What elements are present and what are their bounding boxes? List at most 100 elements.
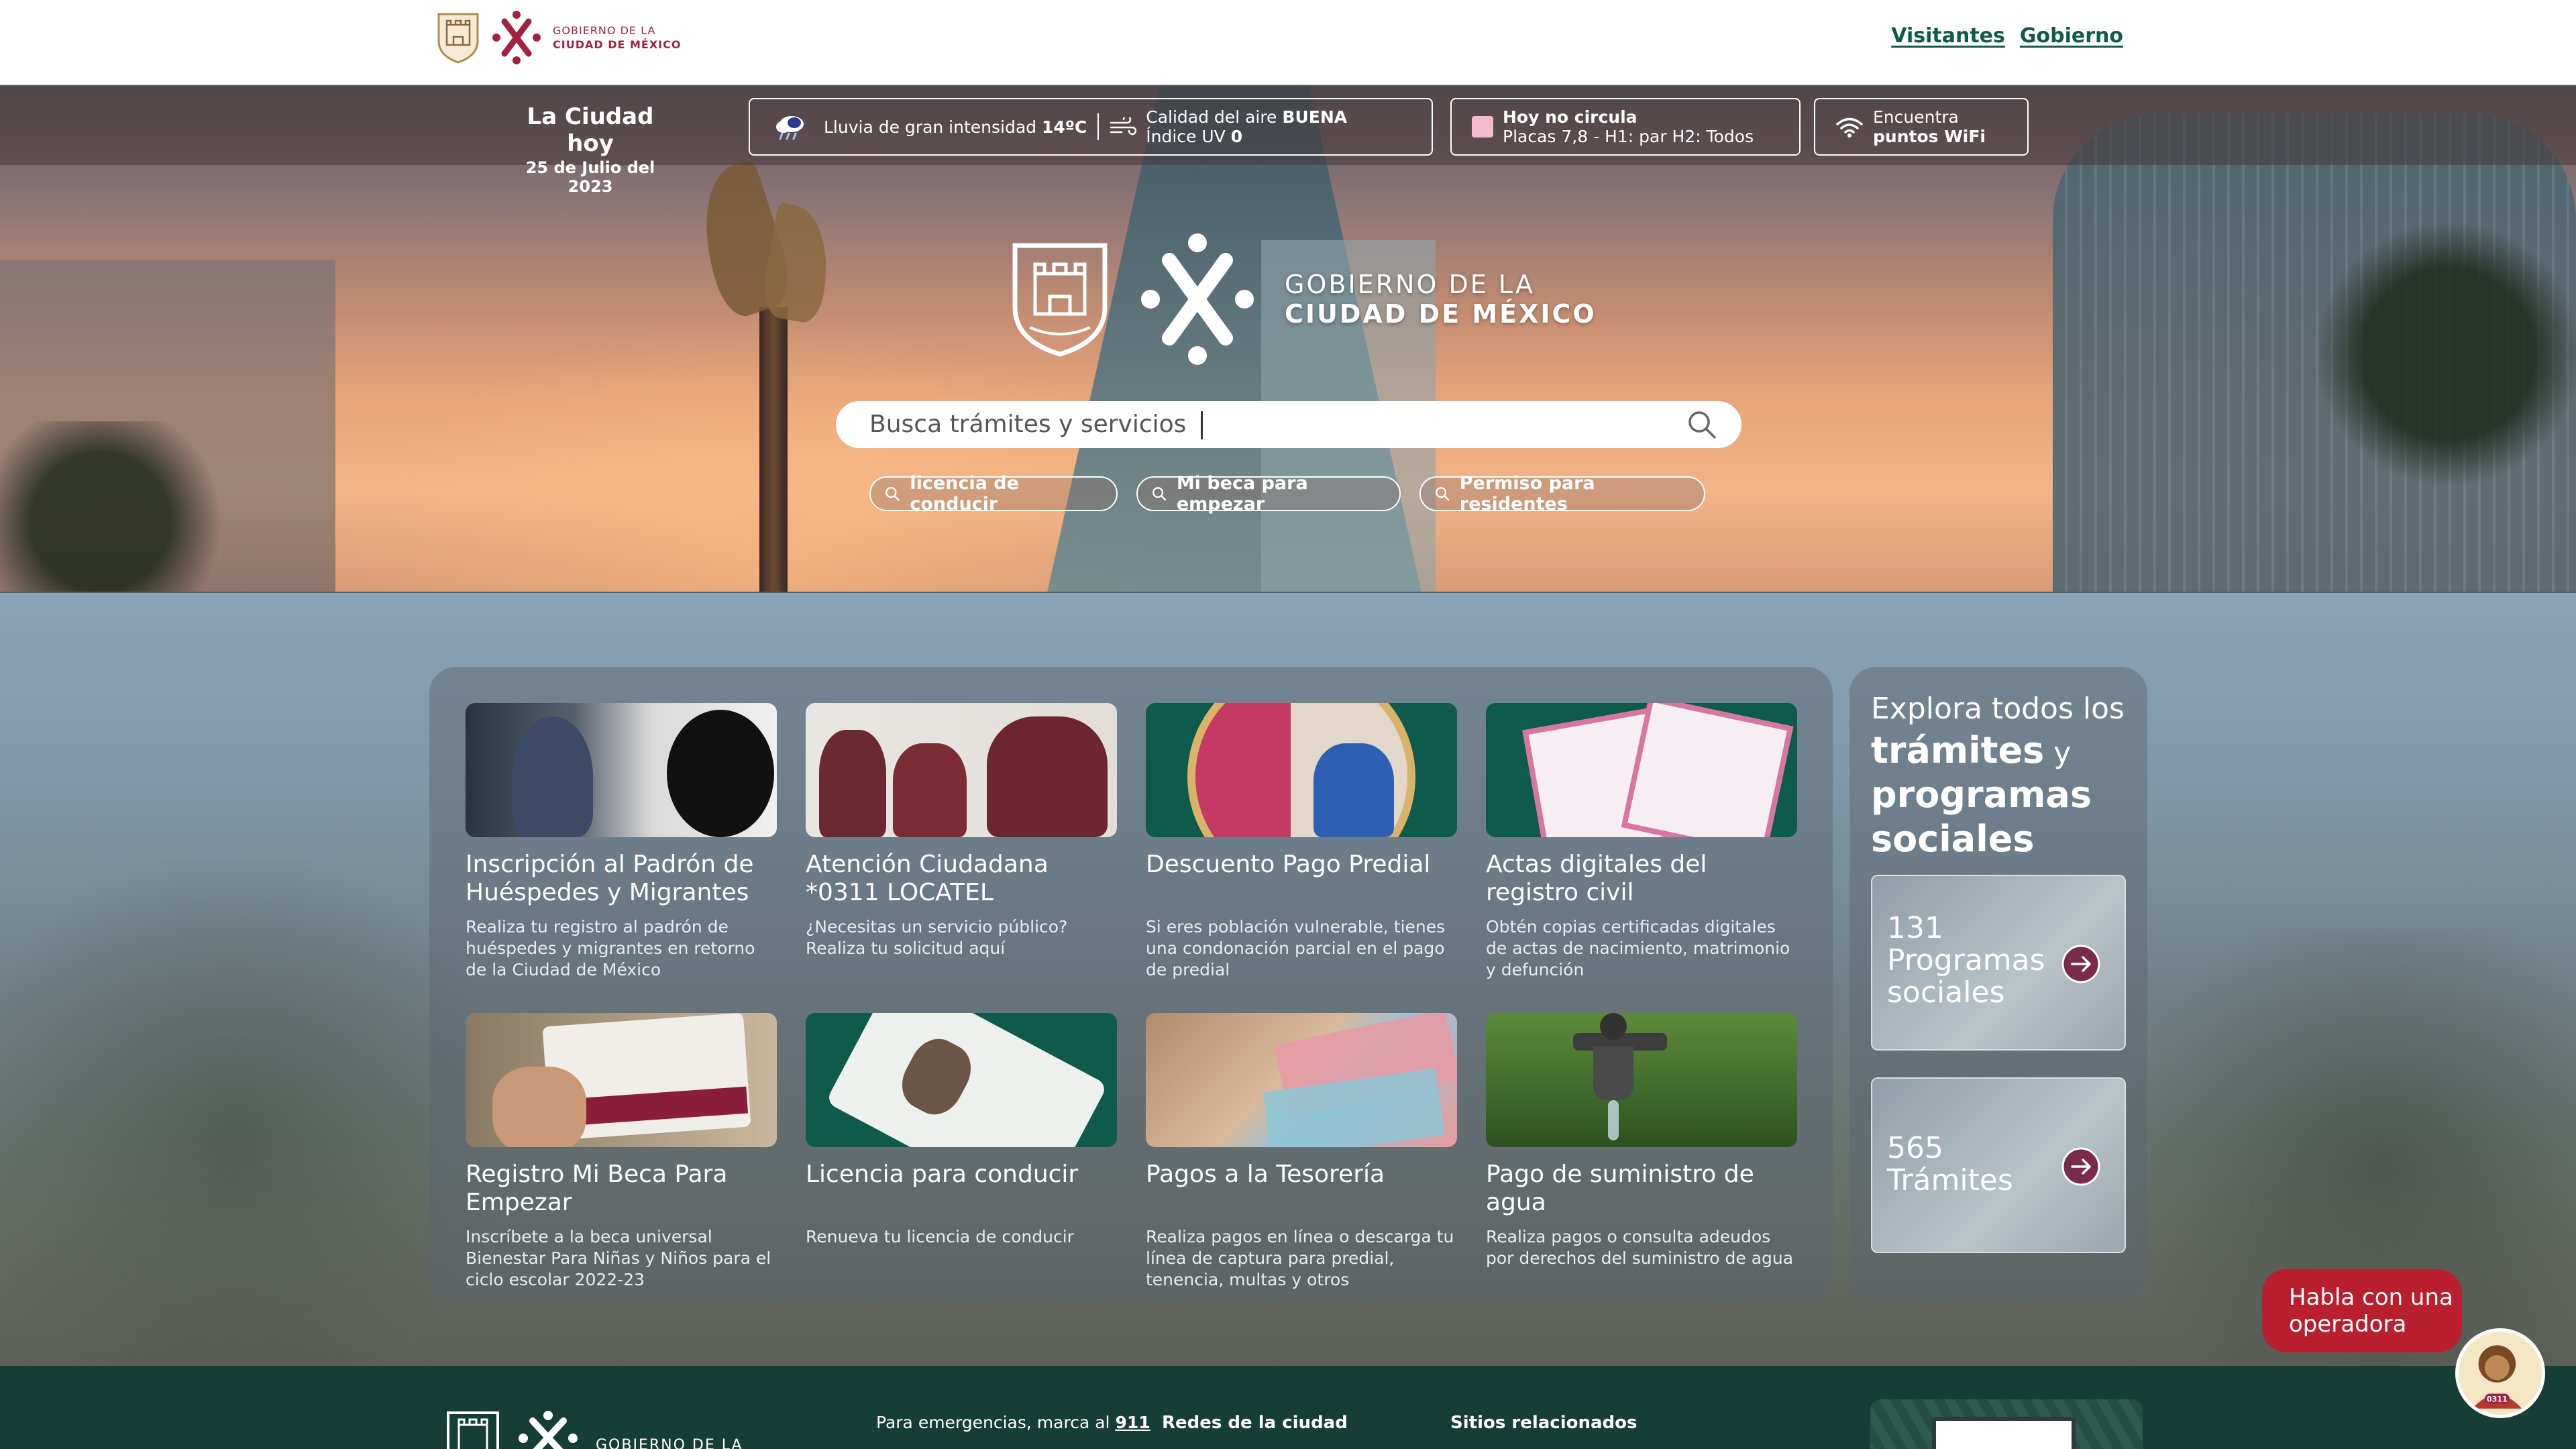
weather-air-box[interactable]: Lluvia de gran intensidad 14ºC Calidad d… xyxy=(749,98,1433,156)
footer-promo-card[interactable] xyxy=(1870,1399,2143,1449)
service-card-licencia[interactable]: Licencia para conducir Renueva tu licenc… xyxy=(806,1013,1117,1248)
weather-text: Lluvia de gran intensidad xyxy=(824,117,1037,137)
card-image xyxy=(1146,703,1457,837)
chip-mi-beca[interactable]: Mi beca para empezar xyxy=(1136,473,1401,515)
card-image xyxy=(1146,1013,1457,1147)
programas-sociales-link[interactable]: 131 Programas sociales xyxy=(1871,875,2126,1051)
card-title: Registro Mi Beca Para Empezar xyxy=(466,1161,728,1216)
service-card-locatel[interactable]: Atención Ciudadana *0311 LOCATEL ¿Necesi… xyxy=(806,703,1117,959)
document-image xyxy=(1932,1417,2076,1449)
emergency-text: Para emergencias, marca al xyxy=(876,1413,1110,1432)
tramites-count: 565 xyxy=(1887,1131,1943,1165)
programas-label: Programas sociales xyxy=(1887,943,2045,1010)
rain-cloud-icon xyxy=(776,116,804,140)
arrow-right-circle-icon xyxy=(2061,945,2100,983)
city-today-title: La Ciudad hoy xyxy=(527,103,654,157)
wifi-line1: Encuentra xyxy=(1873,107,1959,127)
air-label: Calidad del aire xyxy=(1146,107,1277,127)
explore-panel: Explora todos los trámites y programas s… xyxy=(1849,667,2147,1301)
city-today-bar: La Ciudad hoy 25 de Julio del 2023 Lluvi… xyxy=(0,86,2576,196)
sitios-heading: Sitios relacionados xyxy=(1450,1413,1638,1433)
air-value: BUENA xyxy=(1282,107,1348,127)
card-description: Realiza tu registro al padrón de huésped… xyxy=(466,917,755,979)
weather-temperature: 14ºC xyxy=(1041,117,1087,137)
wind-icon xyxy=(1110,117,1137,136)
angel-monument-image xyxy=(683,158,845,592)
uv-value: 0 xyxy=(1230,127,1243,146)
hero-bg-tree-right xyxy=(2314,220,2576,488)
service-card-actas[interactable]: Actas digitales del registro civil Obtén… xyxy=(1486,703,1797,981)
service-card-tesoreria[interactable]: Pagos a la Tesorería Realiza pagos en lí… xyxy=(1146,1013,1457,1291)
card-title: Descuento Pago Predial xyxy=(1146,851,1431,878)
search-icon xyxy=(885,486,900,501)
emergency-number-link[interactable]: 911 xyxy=(1115,1413,1150,1432)
programas-count: 131 xyxy=(1887,911,1943,945)
hero-gov-line1: GOBIERNO DE LA xyxy=(1285,270,1535,299)
card-image xyxy=(806,1013,1117,1147)
cdmx-shield-icon xyxy=(447,1411,499,1449)
card-title: Pagos a la Tesorería xyxy=(1146,1161,1385,1188)
hero-bg-tree xyxy=(0,421,241,592)
search-placeholder: Busca trámites y servicios xyxy=(869,410,1187,438)
cdmx-x-logo-icon xyxy=(1141,233,1254,365)
search-icon xyxy=(1436,487,1450,501)
search-bar[interactable]: Busca trámites y servicios xyxy=(836,401,1741,448)
explore-strong-tramites: trámites xyxy=(1871,729,2045,771)
chip-label: licencia de conducir xyxy=(910,473,1019,515)
card-image xyxy=(1486,1013,1797,1147)
chip-label: Mi beca para empezar xyxy=(1176,473,1308,515)
gobierno-link[interactable]: Gobierno xyxy=(2020,24,2123,48)
redes-heading: Redes de la ciudad xyxy=(1162,1413,1348,1433)
footer-logo[interactable]: GOBIERNO DE LA xyxy=(445,1410,743,1449)
hero-gov-text: GOBIERNO DE LA CIUDAD DE MÉXICO xyxy=(1285,270,1597,329)
wifi-line2: puntos WiFi xyxy=(1873,127,1986,146)
card-description: Si eres población vulnerable, tienes una… xyxy=(1146,917,1446,979)
hoy-no-circula-box[interactable]: Hoy no circula Placas 7,8 - H1: par H2: … xyxy=(1450,98,1801,156)
no-circula-title: Hoy no circula xyxy=(1503,107,1638,127)
chip-permiso-residentes[interactable]: Permiso para residentes xyxy=(1419,473,1705,515)
suggestion-chips: licencia de conducir Mi beca para empeza… xyxy=(869,473,1705,515)
footer-gov-text: GOBIERNO DE LA xyxy=(596,1437,743,1449)
air-quality: Calidad del aire BUENA Índice UV 0 xyxy=(1146,107,1347,146)
operator-avatar[interactable]: 0311 xyxy=(2455,1328,2545,1418)
visitantes-link[interactable]: Visitantes xyxy=(1891,24,2005,48)
footer: GOBIERNO DE LA Para emergencias, marca a… xyxy=(0,1366,2576,1449)
explore-strong-programas: programas sociales xyxy=(1871,773,2092,860)
card-title: Pago de suministro de agua xyxy=(1486,1161,1754,1216)
chip-label: Permiso para residentes xyxy=(1459,473,1595,515)
top-nav: Visitantes Gobierno xyxy=(1891,24,2123,48)
card-description: Realiza pagos en línea o descarga tu lín… xyxy=(1146,1227,1454,1289)
service-card-agua[interactable]: Pago de suministro de agua Realiza pagos… xyxy=(1486,1013,1797,1269)
tramites-label: Trámites xyxy=(1887,1163,2013,1197)
service-card-mi-beca[interactable]: Registro Mi Beca Para Empezar Inscríbete… xyxy=(466,1013,777,1291)
card-title: Licencia para conducir xyxy=(806,1161,1079,1188)
card-image xyxy=(1486,703,1797,837)
explore-and: y xyxy=(2044,736,2072,770)
text-caret xyxy=(1201,411,1203,439)
chat-bubble[interactable]: Habla con una operadora xyxy=(2262,1269,2462,1352)
service-card-predial[interactable]: Descuento Pago Predial Si eres población… xyxy=(1146,703,1457,981)
cdmx-x-logo-icon xyxy=(519,1411,578,1449)
header-gov-text: GOBIERNO DE LA CIUDAD DE MÉXICO xyxy=(553,23,681,52)
search-icon[interactable] xyxy=(1686,409,1717,440)
service-card-padron[interactable]: Inscripción al Padrón de Huéspedes y Mig… xyxy=(466,703,777,981)
chip-licencia[interactable]: licencia de conducir xyxy=(869,473,1118,515)
no-circula-detail: Placas 7,8 - H1: par H2: Todos xyxy=(1503,127,1754,146)
tramites-link[interactable]: 565 Trámites xyxy=(1871,1077,2126,1253)
cdmx-shield-icon xyxy=(1012,243,1108,357)
search-input[interactable]: Busca trámites y servicios xyxy=(869,411,1686,439)
featured-services-panel: Inscripción al Padrón de Huéspedes y Mig… xyxy=(429,667,1833,1301)
card-title: Actas digitales del registro civil xyxy=(1486,851,1707,906)
card-title: Atención Ciudadana *0311 LOCATEL xyxy=(806,851,1049,906)
wifi-points-box[interactable]: Encuentra puntos WiFi xyxy=(1814,98,2029,156)
explore-heading: Explora todos los trámites y programas s… xyxy=(1871,688,2139,863)
hero-gov-line2: CIUDAD DE MÉXICO xyxy=(1285,299,1597,329)
emergency-info: Para emergencias, marca al 911 xyxy=(876,1413,1150,1432)
cdmx-shield-icon xyxy=(437,13,479,64)
hero-logo: GOBIERNO DE LA CIUDAD DE MÉXICO xyxy=(1010,231,1597,368)
card-description: Realiza pagos o consulta adeudos por der… xyxy=(1486,1227,1794,1268)
search-icon xyxy=(1152,487,1167,501)
card-title: Inscripción al Padrón de Huéspedes y Mig… xyxy=(466,851,754,906)
hero-section: La Ciudad hoy 25 de Julio del 2023 Lluvi… xyxy=(0,86,2576,592)
header-logo[interactable]: GOBIERNO DE LA CIUDAD DE MÉXICO xyxy=(436,9,681,66)
